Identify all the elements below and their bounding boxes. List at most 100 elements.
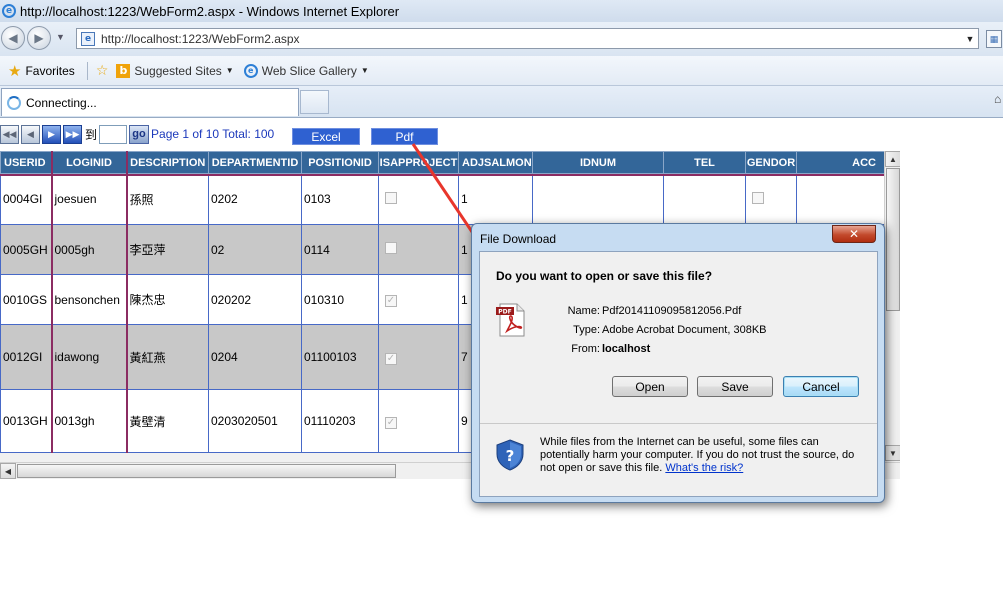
cell-adjsalmon: 1 [458,173,533,225]
page-favicon-icon: e [81,31,95,46]
chevron-down-icon: ▼ [225,66,234,75]
cell-loginid: idawong [50,324,127,390]
address-dropdown-icon[interactable]: ▼ [962,34,978,44]
horizontal-scroll-thumb[interactable] [17,464,396,478]
grid-vertical-scrollbar[interactable]: ▲ ▼ [884,151,900,461]
tab-active[interactable]: Connecting... [1,88,299,116]
cell-isapproject: ✓ [378,324,459,390]
favorites-button[interactable]: ★ Favorites [4,60,79,82]
window-titlebar: e http://localhost:1223/WebForm2.aspx - … [0,0,1003,22]
cell-positionid: 01100103 [301,324,379,390]
cell-userid: 0005GH [0,224,52,275]
web-slice-gallery-label: Web Slice Gallery [261,63,357,78]
suggested-sites-button[interactable]: b Suggested Sites ▼ [112,60,237,82]
dialog-separator [480,423,877,424]
tab-bar: Connecting... [0,86,1003,118]
previous-page-button[interactable]: ◀ [21,124,40,144]
pdf-file-icon: PDF [496,303,525,337]
cell-loginid: joesuen [50,173,127,225]
cell-isapproject: ✓ [378,389,459,453]
column-header-description[interactable]: DESCRIPTION [125,151,209,174]
loading-spinner-icon [7,95,21,110]
column-header-loginid[interactable]: LOGINID [50,151,127,174]
vertical-scroll-thumb[interactable] [886,168,900,311]
cell-positionid: 01110203 [301,389,379,453]
save-button[interactable]: Save [697,376,773,397]
cell-departmentid: 0203020501 [208,389,302,453]
column-header-gendor[interactable]: GENDOR [745,151,797,174]
favorites-label: Favorites [25,63,75,78]
go-button[interactable]: go [129,124,150,144]
open-button-label: Open [635,379,665,394]
security-shield-icon: ? [496,439,524,471]
table-row[interactable]: 0004GI joesuen 孫照 0202 0103 1 [0,173,885,225]
address-url[interactable]: http://localhost:1223/WebForm2.aspx [101,32,962,46]
cell-departmentid: 0204 [208,324,302,390]
isapproject-checkbox [385,191,397,204]
goto-label: 到 [85,127,98,142]
column-header-idnum[interactable]: IDNUM [532,151,664,174]
next-page-icon: ▶ [48,128,55,139]
scroll-down-icon[interactable]: ▼ [885,445,900,461]
file-type-value: Adobe Acrobat Document, 308KB [602,324,767,336]
type-label: Type: [573,324,600,336]
address-input[interactable]: e http://localhost:1223/WebForm2.aspx ▼ [76,28,979,49]
cell-acc [796,173,885,225]
address-toolbar: ◀ ▶ ▼ e http://localhost:1223/WebForm2.a… [0,22,1003,56]
column-header-userid[interactable]: USERID [0,151,52,174]
cell-departmentid: 02 [208,224,302,275]
favorites-separator [86,61,88,80]
cell-description: 黃壁清 [125,389,209,453]
whats-the-risk-link[interactable]: What's the risk? [665,462,743,474]
recent-pages-dropdown-icon[interactable]: ▼ [56,32,65,42]
isapproject-checkbox [385,242,397,254]
cancel-button-label: Cancel [802,379,840,394]
column-header-tel[interactable]: TEL [663,151,746,174]
scroll-left-icon[interactable]: ◀ [0,463,16,479]
compatibility-view-icon[interactable]: ▦ [986,30,1002,48]
export-excel-button[interactable]: Excel [292,128,360,145]
next-page-button[interactable]: ▶ [42,124,61,144]
open-button[interactable]: Open [612,376,688,397]
bing-icon: b [116,63,131,78]
cell-idnum [532,173,664,225]
column-header-departmentid[interactable]: DEPARTMENTID [208,151,302,174]
cancel-button[interactable]: Cancel [783,376,859,397]
from-label: From: [571,343,600,355]
scroll-up-icon[interactable]: ▲ [885,151,900,167]
close-button[interactable]: ✕ [832,225,876,243]
column-header-acc[interactable]: ACC [796,151,885,174]
cell-userid: 0010GS [0,274,52,325]
file-from-value: localhost [602,343,651,355]
cell-description: 李亞萍 [125,224,209,275]
column-header-positionid[interactable]: POSITIONID [301,151,379,174]
add-to-favorites-icon[interactable]: ☆ [96,62,109,79]
page-info-text: Page 1 of 10 Total: 100 [151,127,275,141]
cell-loginid: bensonchen [50,274,127,325]
new-tab-button[interactable] [300,90,329,114]
first-page-button[interactable]: ◀◀ [0,124,19,144]
cell-loginid: 0013gh [50,389,127,453]
page-number-input[interactable] [99,124,128,144]
last-page-button[interactable]: ▶▶ [63,124,82,144]
back-button[interactable]: ◀ [1,26,25,50]
cell-isapproject [378,173,459,225]
home-icon[interactable]: ⌂ [994,92,1001,106]
first-page-icon: ◀◀ [2,128,17,139]
dialog-title: File Download [480,232,557,246]
chevron-down-icon: ▼ [360,66,369,75]
forward-button[interactable]: ▶ [27,26,51,50]
cell-userid: 0013GH [0,389,52,453]
cell-departmentid: 020202 [208,274,302,325]
web-slice-gallery-button[interactable]: e Web Slice Gallery ▼ [240,60,373,82]
svg-text:?: ? [506,447,515,465]
column-header-adjsalmon[interactable]: ADJSALMON [458,151,533,174]
security-warning: While files from the Internet can be use… [540,436,870,475]
cell-userid: 0004GI [0,173,52,225]
suggested-sites-label: Suggested Sites [134,63,222,78]
export-pdf-button[interactable]: Pdf [371,128,438,145]
cell-userid: 0012GI [0,324,52,390]
column-header-isapproject[interactable]: ISAPPROJECT [378,151,459,174]
isapproject-checkbox: ✓ [385,416,397,429]
close-icon: ✕ [848,227,860,241]
